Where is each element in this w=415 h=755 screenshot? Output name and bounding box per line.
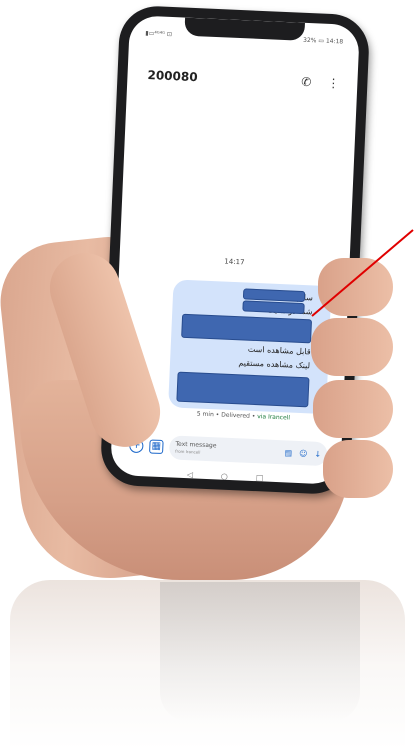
annotation-arrow (311, 229, 414, 317)
